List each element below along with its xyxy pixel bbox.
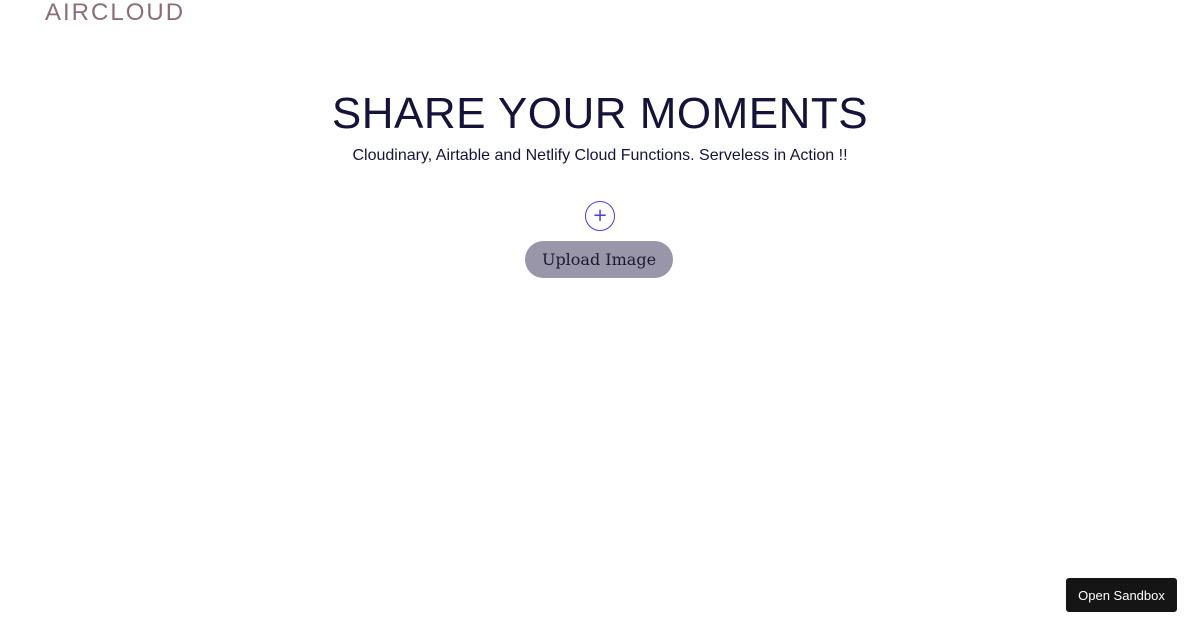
add-image-button[interactable]: +	[585, 201, 615, 231]
hero-section: SHARE YOUR MOMENTS Cloudinary, Airtable …	[0, 88, 1200, 166]
page-subtitle: Cloudinary, Airtable and Netlify Cloud F…	[352, 147, 848, 164]
brand-logo[interactable]: AIRCLOUD	[45, 0, 185, 28]
page: AIRCLOUD SHARE YOUR MOMENTS Cloudinary, …	[0, 0, 1200, 630]
open-sandbox-button[interactable]: Open Sandbox	[1066, 578, 1177, 612]
page-title: SHARE YOUR MOMENTS	[331, 89, 869, 138]
plus-icon: +	[592, 205, 608, 226]
upload-image-button[interactable]: Upload Image	[525, 241, 673, 278]
